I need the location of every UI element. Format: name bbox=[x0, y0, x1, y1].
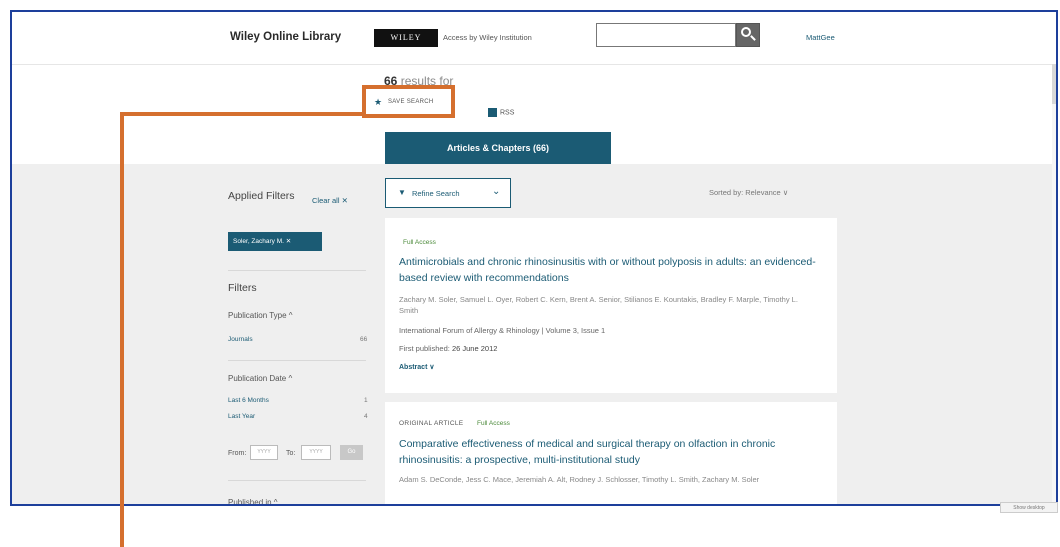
article-journal[interactable]: International Forum of Allergy & Rhinolo… bbox=[399, 326, 605, 335]
divider bbox=[228, 270, 366, 271]
chevron-down-icon: ⌄ bbox=[492, 186, 501, 197]
scrollbar[interactable] bbox=[1052, 64, 1056, 504]
rss-label: RSS bbox=[500, 109, 515, 117]
scrollbar-thumb[interactable] bbox=[1052, 64, 1056, 104]
article-type: ORIGINAL ARTICLE bbox=[399, 420, 464, 427]
journals-filter[interactable]: Journals bbox=[228, 336, 253, 343]
show-desktop-button[interactable]: Show desktop bbox=[1000, 502, 1058, 513]
article-title-link[interactable]: Antimicrobials and chronic rhinosinusiti… bbox=[399, 254, 819, 286]
save-search-label: SAVE SEARCH bbox=[388, 99, 434, 105]
to-year-input[interactable]: YYYY bbox=[301, 445, 331, 460]
article-title-link[interactable]: Comparative effectiveness of medical and… bbox=[399, 436, 819, 468]
star-icon: ★ bbox=[374, 97, 383, 107]
first-published-label: First published: bbox=[399, 344, 452, 353]
publication-date-toggle[interactable]: Publication Date ^ bbox=[228, 374, 292, 383]
rss-icon bbox=[488, 108, 497, 117]
clear-all-button[interactable]: Clear all ✕ bbox=[312, 196, 348, 205]
search-input[interactable] bbox=[596, 23, 736, 47]
journals-count: 66 bbox=[360, 336, 368, 343]
author-filter-chip[interactable]: Soler, Zachary M. ✕ bbox=[228, 232, 322, 251]
access-badge: Full Access bbox=[403, 239, 436, 246]
applied-filters-title: Applied Filters bbox=[228, 190, 295, 202]
to-label: To: bbox=[286, 450, 296, 457]
last-year-count: 4 bbox=[364, 413, 368, 420]
refine-search-label: Refine Search bbox=[412, 189, 460, 198]
from-label: From: bbox=[228, 450, 247, 457]
wiley-badge: WILEY bbox=[374, 29, 438, 47]
from-year-input[interactable]: YYYY bbox=[250, 445, 278, 460]
save-search-button[interactable]: ★ SAVE SEARCH bbox=[362, 85, 455, 118]
go-button[interactable]: Go bbox=[340, 445, 363, 460]
published-in-toggle[interactable]: Published in ^ bbox=[228, 498, 278, 504]
access-text: Access by Wiley Institution bbox=[443, 33, 532, 42]
search-button[interactable] bbox=[736, 23, 760, 47]
abstract-toggle[interactable]: Abstract ∨ bbox=[399, 363, 434, 371]
access-badge: Full Access bbox=[477, 420, 510, 427]
refine-search-button[interactable]: ▼ Refine Search ⌄ bbox=[385, 178, 511, 208]
tab-articles-chapters[interactable]: Articles & Chapters (66) bbox=[385, 132, 611, 164]
site-logo[interactable]: Wiley Online Library bbox=[230, 31, 341, 43]
last-6-months-count: 1 bbox=[364, 397, 368, 404]
divider bbox=[228, 360, 366, 361]
last-year-filter[interactable]: Last Year bbox=[228, 413, 255, 420]
last-6-months-filter[interactable]: Last 6 Months bbox=[228, 397, 269, 404]
rss-link[interactable]: RSS bbox=[488, 108, 514, 117]
first-published: First published: 26 June 2012 bbox=[399, 344, 497, 353]
site-header: Wiley Online Library WILEY Access by Wil… bbox=[12, 12, 1056, 65]
filter-icon: ▼ bbox=[398, 188, 406, 197]
article-authors: Zachary M. Soler, Samuel L. Oyer, Robert… bbox=[399, 295, 798, 315]
callout-line bbox=[120, 112, 124, 547]
divider bbox=[228, 480, 366, 481]
callout-line bbox=[120, 112, 362, 116]
browser-frame: Wiley Online Library WILEY Access by Wil… bbox=[10, 10, 1058, 506]
first-published-date: 26 June 2012 bbox=[451, 344, 498, 353]
article-authors: Adam S. DeConde, Jess C. Mace, Jeremiah … bbox=[399, 475, 760, 484]
user-link[interactable]: MattGee bbox=[806, 33, 835, 42]
result-card: ORIGINAL ARTICLE Full Access Comparative… bbox=[385, 402, 837, 504]
publication-type-toggle[interactable]: Publication Type ^ bbox=[228, 311, 293, 320]
sort-dropdown[interactable]: Sorted by: Relevance ∨ bbox=[709, 188, 788, 197]
result-card: Full Access Antimicrobials and chronic r… bbox=[385, 218, 837, 393]
filters-title: Filters bbox=[228, 282, 257, 294]
